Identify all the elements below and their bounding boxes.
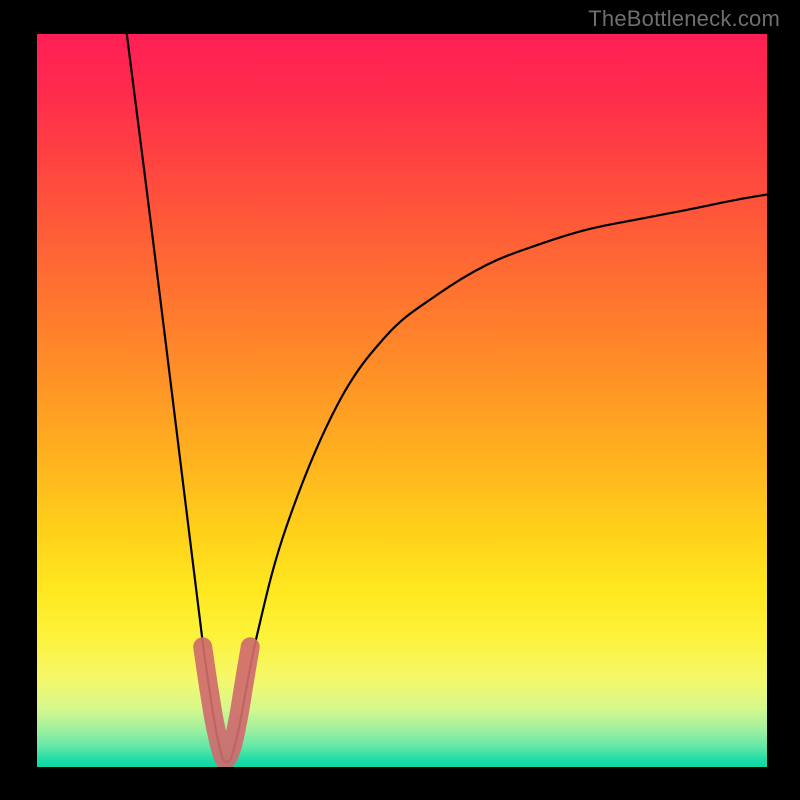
plot-area [37,34,767,767]
curve-svg [37,34,767,767]
valley-highlight [203,647,251,760]
chart-frame: TheBottleneck.com [0,0,800,800]
bottleneck-curve [127,34,767,762]
watermark-text: TheBottleneck.com [588,6,780,32]
